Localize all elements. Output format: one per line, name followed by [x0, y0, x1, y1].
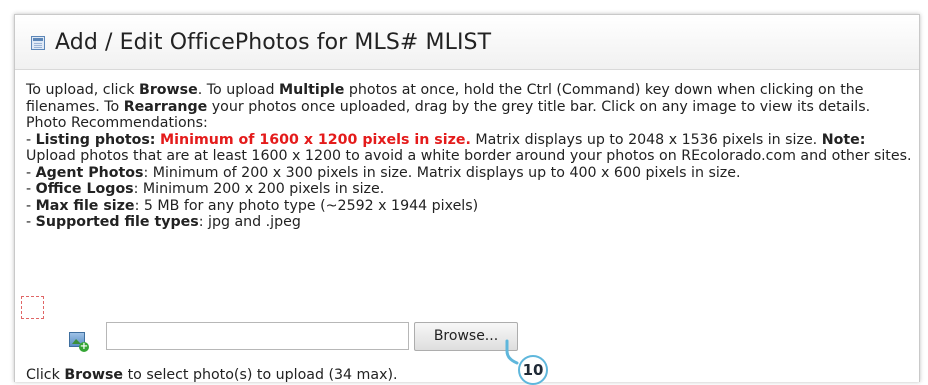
upload-instructions: To upload, click Browse. To upload Multi…	[26, 82, 871, 115]
recommendation-file-types: - Supported file types: jpg and .jpeg	[26, 214, 301, 230]
panel-header: Add / Edit OfficePhotos for MLS# MLIST	[15, 15, 919, 70]
drop-placeholder	[21, 296, 44, 319]
upload-row: Browse...	[69, 322, 529, 352]
recommendation-max-size: - Max file size: 5 MB for any photo type…	[26, 197, 479, 214]
form-icon	[31, 36, 45, 50]
file-path-input[interactable]	[106, 322, 409, 350]
recommendations-title: Photo Recommendations:	[26, 115, 208, 131]
recommendation-listing: - Listing photos: Minimum of 1600 x 1200…	[26, 131, 912, 165]
listing-minimum-warning: Minimum of 1600 x 1200 pixels in size.	[160, 131, 471, 148]
recommendation-agent: - Agent Photos: Minimum of 200 x 300 pix…	[26, 164, 741, 181]
recommendation-office: - Office Logos: Minimum 200 x 200 pixels…	[26, 181, 385, 197]
add-image-icon	[69, 332, 89, 352]
photo-upload-panel: Add / Edit OfficePhotos for MLS# MLIST T…	[14, 14, 920, 382]
callout-pointer-line	[505, 339, 519, 365]
instructions: To upload, click Browse. To upload Multi…	[15, 70, 919, 231]
page-title: Add / Edit OfficePhotos for MLS# MLIST	[55, 29, 492, 55]
upload-hint: Click Browse to select photo(s) to uploa…	[26, 367, 398, 382]
